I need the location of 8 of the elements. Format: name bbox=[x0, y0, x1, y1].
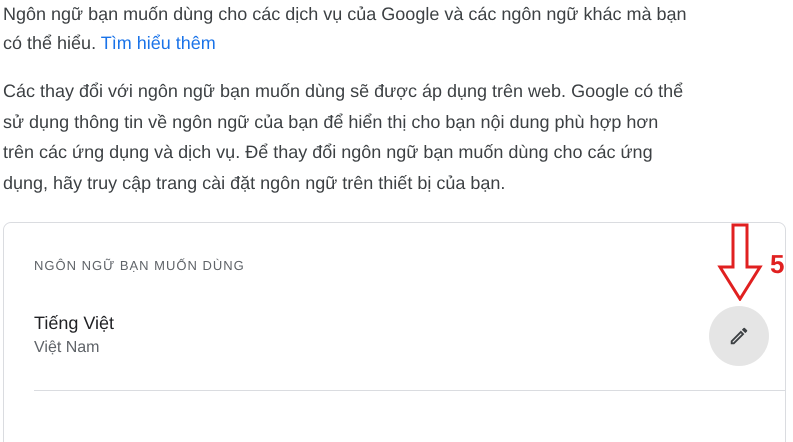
language-region: Việt Nam bbox=[34, 338, 101, 358]
annotation-label: 5 bbox=[770, 249, 784, 279]
section-heading: NGÔN NGỮ BẠN MUỐN DÙNG bbox=[34, 257, 245, 275]
learn-more-link[interactable]: Tìm hiểu thêm bbox=[100, 33, 216, 53]
pencil-icon bbox=[728, 324, 750, 346]
info-paragraph: Các thay đổi với ngôn ngữ bạn muốn dùng sẽ được áp dụng trên web. Google có thể sử dụng thông tin về ngôn ngữ của bạn để hiển thị cho bạn nội dung phù hợp hơn trên các ứng dụng và dịch vụ. Để thay đổi ngôn ngữ bạn muốn dùng cho các ứng dụng, hãy truy cập trang cài đặt ngôn ngữ trên thiết bị của bạn. bbox=[3, 80, 684, 195]
intro-paragraph: Ngôn ngữ bạn muốn dùng cho các dịch vụ của Google và các ngôn ngữ khác mà bạn có thể hiểu. Tìm hiểu thêm bbox=[3, 3, 688, 55]
language-name: Tiếng Việt bbox=[34, 312, 114, 335]
